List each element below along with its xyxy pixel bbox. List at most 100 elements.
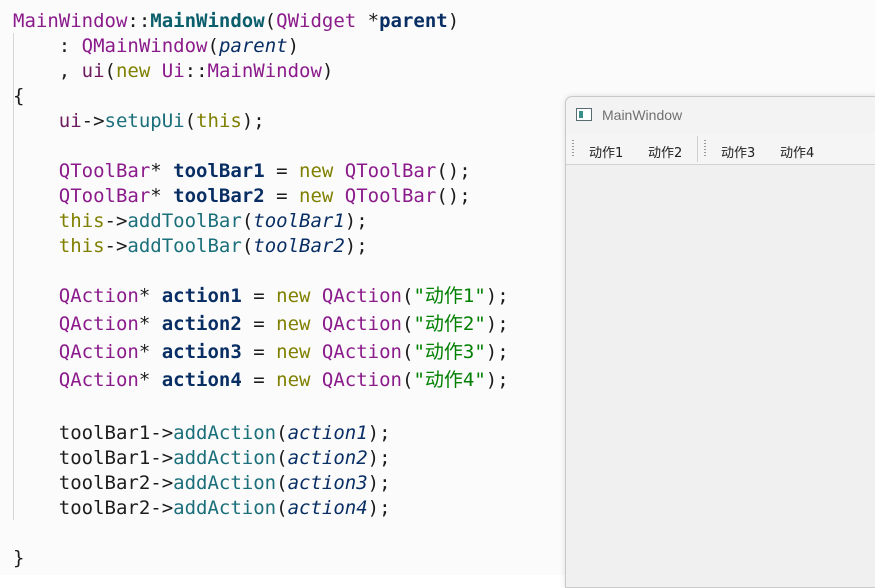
code-token: ,: [13, 60, 82, 82]
code-token: *: [150, 160, 174, 182]
code-token: );: [485, 369, 509, 391]
code-token: ::: [127, 10, 151, 32]
code-line: this->addToolBar(toolBar2);: [13, 234, 368, 258]
toolbar1-action-1[interactable]: 动作1: [589, 142, 623, 161]
code-token: ->: [104, 235, 128, 257]
code-line: QToolBar* toolBar2 = new QToolBar();: [13, 184, 471, 208]
code-token: QToolBar: [344, 160, 437, 182]
code-token: (: [241, 235, 254, 257]
code-token: addToolBar: [127, 210, 242, 232]
code-token: (: [402, 369, 414, 391]
code-token: QWidget: [276, 10, 357, 32]
central-widget: [566, 165, 875, 585]
code-token: *: [138, 341, 162, 363]
toolbar2-drag-handle[interactable]: [704, 140, 706, 158]
code-token: =: [264, 160, 300, 182]
code-token: "动作3": [413, 341, 486, 363]
code-line: QAction* action1 = new QAction("动作1");: [13, 284, 509, 308]
code-token: new: [299, 160, 334, 182]
code-token: QToolBar: [344, 185, 437, 207]
code-line: toolBar2->addAction(action3);: [13, 471, 391, 495]
code-token: (: [276, 497, 288, 519]
code-line: QToolBar* toolBar1 = new QToolBar();: [13, 159, 471, 183]
code-token: this: [58, 210, 105, 232]
code-token: action4: [161, 369, 242, 391]
code-token: MainWindow: [207, 60, 322, 82]
code-token: QAction: [58, 341, 139, 363]
code-token: {: [13, 85, 25, 107]
code-token: ): [287, 35, 300, 57]
code-token: QAction: [321, 369, 402, 391]
code-token: parent: [379, 10, 448, 32]
code-token: *: [138, 313, 162, 335]
code-token: this: [196, 110, 242, 132]
code-token: QAction: [58, 313, 139, 335]
toolbar2-action-4[interactable]: 动作4: [780, 142, 814, 161]
code-token: action3: [287, 472, 368, 494]
code-token: QToolBar: [58, 160, 151, 182]
code-line: , ui(new Ui::MainWindow): [13, 59, 334, 83]
code-token: toolBar2: [253, 235, 345, 257]
code-token: (: [402, 313, 414, 335]
code-line: QAction* action3 = new QAction("动作3");: [13, 340, 509, 364]
code-token: (: [241, 210, 254, 232]
code-token: QAction: [58, 369, 139, 391]
code-token: action1: [161, 285, 242, 307]
code-token: "动作4": [413, 369, 486, 391]
code-line: : QMainWindow(parent): [13, 34, 299, 58]
code-token: parent: [218, 35, 288, 57]
code-token: toolBar1->: [58, 447, 174, 469]
code-token: *: [356, 10, 380, 32]
code-token: toolBar2->: [58, 472, 174, 494]
code-token: QToolBar: [58, 185, 151, 207]
code-token: addAction: [173, 447, 277, 469]
code-token: =: [241, 285, 277, 307]
code-token: action3: [161, 341, 242, 363]
window-title: MainWindow: [602, 107, 683, 123]
code-token: ): [447, 10, 460, 32]
qt-main-window[interactable]: MainWindow 动作1 动作2 动作3 动作4: [565, 96, 875, 588]
code-token: =: [241, 341, 277, 363]
code-token: );: [344, 210, 368, 232]
code-token: ui: [58, 110, 82, 132]
code-token: QMainWindow: [81, 35, 208, 57]
code-token: =: [264, 185, 300, 207]
code-token: action2: [161, 313, 242, 335]
code-token: action4: [287, 497, 368, 519]
toolbar1-action-2[interactable]: 动作2: [648, 142, 682, 161]
code-token: toolBar2->: [58, 497, 174, 519]
code-token: addToolBar: [127, 235, 242, 257]
code-token: *: [150, 185, 174, 207]
code-token: (: [207, 35, 219, 57]
code-token: *: [138, 285, 162, 307]
toolbar-area: 动作1 动作2 动作3 动作4: [566, 133, 875, 165]
code-token: new: [276, 313, 311, 335]
code-line: {: [13, 84, 24, 108]
code-token: );: [485, 341, 509, 363]
code-token: new: [299, 185, 334, 207]
code-line: QAction* action2 = new QAction("动作2");: [13, 312, 509, 336]
toolbar2-action-3[interactable]: 动作3: [721, 142, 755, 161]
window-titlebar[interactable]: MainWindow: [566, 97, 875, 133]
code-token: );: [367, 447, 391, 469]
code-token: this: [58, 235, 105, 257]
code-token: QAction: [58, 285, 139, 307]
code-token: new: [276, 369, 311, 391]
code-token: (: [264, 10, 277, 32]
toolbar1-drag-handle[interactable]: [572, 140, 574, 158]
code-token: ): [321, 60, 334, 82]
code-token: );: [241, 110, 265, 132]
code-token: toolBar1: [173, 160, 265, 182]
code-token: (: [402, 285, 414, 307]
